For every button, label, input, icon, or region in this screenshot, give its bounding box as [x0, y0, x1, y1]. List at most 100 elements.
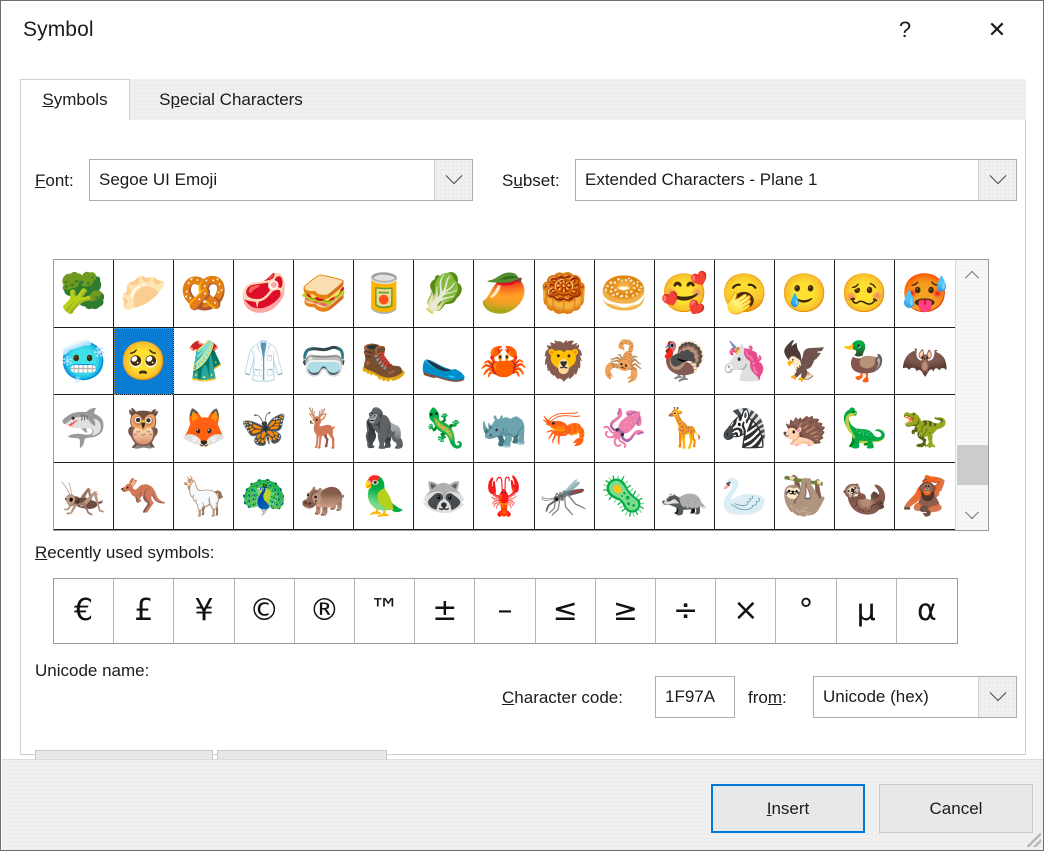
symbol-cell-otter[interactable]: 🦦: [834, 462, 895, 530]
symbol-cell-pleading-face[interactable]: 🥺: [114, 327, 175, 395]
symbol-cell-zebra[interactable]: 🦓: [714, 395, 775, 463]
symbol-cell-orangutan[interactable]: 🦧: [894, 462, 955, 530]
symbol-cell-duck[interactable]: 🦆: [834, 327, 895, 395]
symbol-cell-microbe[interactable]: 🦠: [594, 462, 655, 530]
font-combobox[interactable]: Segoe UI Emoji: [89, 159, 473, 201]
recent-symbol-pound-sign[interactable]: £: [114, 579, 175, 643]
symbol-cell-flat-shoe[interactable]: 🥿: [414, 327, 475, 395]
symbol-cell-lab-coat[interactable]: 🥼: [234, 327, 295, 395]
font-dropdown-button[interactable]: [434, 160, 472, 200]
symbol-cell-lobster[interactable]: 🦞: [474, 462, 535, 530]
recent-symbol-greater-than-or-equal-sign[interactable]: ≥: [596, 579, 656, 643]
recent-symbol-multiplication-sign[interactable]: ×: [716, 579, 777, 643]
symbol-cell-mango[interactable]: 🥭: [474, 260, 535, 328]
symbol-cell-shrimp[interactable]: 🦐: [534, 395, 595, 463]
symbol-cell-broccoli[interactable]: 🥦: [54, 260, 115, 328]
recent-symbol-micro-sign[interactable]: μ: [837, 579, 897, 643]
from-combobox[interactable]: Unicode (hex): [813, 676, 1017, 718]
symbol-cell-hedgehog[interactable]: 🦔: [774, 395, 835, 463]
symbol-cell-raccoon[interactable]: 🦝: [414, 462, 475, 530]
symbol-cell-butterfly[interactable]: 🦋: [234, 395, 295, 463]
dialog-body: Symbols Special Characters Font: Segoe U…: [2, 58, 1043, 797]
chevron-down-icon: [989, 684, 1006, 702]
symbol-cell-swan[interactable]: 🦢: [714, 462, 775, 530]
symbol-cell-hiking-boot[interactable]: 🥾: [354, 327, 415, 395]
tab-special-characters[interactable]: Special Characters: [130, 79, 332, 121]
symbol-grid-scrollbar[interactable]: [955, 260, 988, 530]
symbol-cell-goggles[interactable]: 🥽: [294, 327, 355, 395]
recent-symbol-trademark-sign[interactable]: ™: [355, 579, 416, 643]
symbol-cell-smiling-face-with-tear[interactable]: 🥲: [774, 260, 835, 328]
subset-dropdown-button[interactable]: [978, 160, 1016, 200]
symbol-cell-bagel[interactable]: 🥯: [594, 260, 655, 328]
symbol-cell-cricket[interactable]: 🦗: [54, 462, 115, 530]
recent-symbol-euro-sign[interactable]: €: [54, 579, 115, 643]
symbol-cell-pretzel[interactable]: 🥨: [174, 260, 235, 328]
recent-symbol-division-sign[interactable]: ÷: [656, 579, 717, 643]
symbol-cell-llama[interactable]: 🦙: [174, 462, 235, 530]
symbol-cell-sloth[interactable]: 🦥: [774, 462, 835, 530]
recent-symbol-less-than-or-equal-sign[interactable]: ≤: [536, 579, 596, 643]
symbol-cell-lizard[interactable]: 🦎: [414, 395, 475, 463]
symbol-cell-woozy-face[interactable]: 🥴: [834, 260, 895, 328]
symbol-cell-leafy-green[interactable]: 🥬: [414, 260, 475, 328]
symbol-cell-squid[interactable]: 🦑: [594, 395, 655, 463]
help-button[interactable]: ?: [875, 3, 935, 57]
recent-symbol-degree-sign[interactable]: °: [776, 579, 837, 643]
recently-used-symbols-grid[interactable]: € £ ¥ © ® ™ ± – ≤ ≥ ÷ × ° μ α: [53, 578, 958, 644]
symbol-grid[interactable]: 🥦 🥟 🥨 🥩 🥪 🥫 🥬 🥭 🥮 🥯 🥰 🥱 🥲 🥴 🥵 🥶 🥺 🥻 🥼 🥽 🥾 🥿 🦀 🦁 🦂 🦃 🦄 🦅 🦆 🦇 🦈 🦉 🦊 🦋 🦌 🦍 🦎 🦏 🦐 🦑…: [54, 260, 955, 530]
symbol-cell-gorilla[interactable]: 🦍: [354, 395, 415, 463]
recent-symbol-copyright-sign[interactable]: ©: [235, 579, 295, 643]
symbol-cell-canned-food[interactable]: 🥫: [354, 260, 415, 328]
subset-combobox-value: Extended Characters - Plane 1: [585, 170, 818, 189]
recent-symbol-registered-sign[interactable]: ®: [295, 579, 355, 643]
scrollbar-thumb[interactable]: [957, 445, 988, 485]
from-dropdown-button[interactable]: [978, 677, 1016, 717]
symbol-cell-eagle[interactable]: 🦅: [774, 327, 835, 395]
symbol-cell-bat[interactable]: 🦇: [894, 327, 955, 395]
recent-symbol-en-dash[interactable]: –: [475, 579, 536, 643]
symbol-cell-unicorn[interactable]: 🦄: [714, 327, 775, 395]
symbol-cell-mosquito[interactable]: 🦟: [534, 462, 595, 530]
close-button[interactable]: ✕: [967, 3, 1027, 57]
symbol-cell-parrot[interactable]: 🦜: [354, 462, 415, 530]
symbol-cell-yawning-face[interactable]: 🥱: [714, 260, 775, 328]
character-code-input[interactable]: 1F97A: [655, 676, 735, 718]
symbol-cell-shark[interactable]: 🦈: [54, 395, 115, 463]
symbol-cell-rhinoceros[interactable]: 🦏: [474, 395, 535, 463]
symbol-cell-giraffe[interactable]: 🦒: [654, 395, 715, 463]
symbol-cell-sari[interactable]: 🥻: [174, 327, 235, 395]
resize-grip-icon[interactable]: [1027, 833, 1041, 847]
scroll-down-button[interactable]: [956, 500, 988, 530]
symbol-cell-cut-of-meat[interactable]: 🥩: [234, 260, 295, 328]
symbol-cell-deer[interactable]: 🦌: [294, 395, 355, 463]
symbol-cell-t-rex[interactable]: 🦖: [894, 395, 955, 463]
recent-symbol-greek-alpha[interactable]: α: [897, 579, 957, 643]
symbol-cell-lion[interactable]: 🦁: [534, 327, 595, 395]
symbol-cell-sauropod[interactable]: 🦕: [834, 395, 895, 463]
insert-button[interactable]: Insert: [711, 784, 865, 833]
symbol-cell-cold-face[interactable]: 🥶: [54, 327, 115, 395]
symbol-cell-kangaroo[interactable]: 🦘: [114, 462, 175, 530]
subset-combobox[interactable]: Extended Characters - Plane 1: [575, 159, 1017, 201]
recent-symbol-yen-sign[interactable]: ¥: [174, 579, 235, 643]
symbol-cell-crab[interactable]: 🦀: [474, 327, 535, 395]
symbol-cell-dumpling[interactable]: 🥟: [114, 260, 175, 328]
symbol-cell-scorpion[interactable]: 🦂: [594, 327, 655, 395]
symbol-cell-sandwich[interactable]: 🥪: [294, 260, 355, 328]
scroll-up-button[interactable]: [956, 260, 988, 290]
tab-strip: Symbols Special Characters: [20, 79, 1026, 121]
cancel-button[interactable]: Cancel: [879, 784, 1033, 833]
symbol-cell-owl[interactable]: 🦉: [114, 395, 175, 463]
subset-label: Subset:: [502, 171, 560, 190]
symbol-cell-hot-face[interactable]: 🥵: [894, 260, 955, 328]
symbol-cell-peacock[interactable]: 🦚: [234, 462, 295, 530]
symbol-cell-turkey[interactable]: 🦃: [654, 327, 715, 395]
symbol-cell-fox[interactable]: 🦊: [174, 395, 235, 463]
symbol-cell-moon-cake[interactable]: 🥮: [534, 260, 595, 328]
symbol-cell-smiling-face-with-hearts[interactable]: 🥰: [654, 260, 715, 328]
recent-symbol-plus-minus-sign[interactable]: ±: [415, 579, 476, 643]
symbol-cell-hippopotamus[interactable]: 🦛: [294, 462, 355, 530]
tab-symbols[interactable]: Symbols: [20, 79, 130, 121]
symbol-cell-badger[interactable]: 🦡: [654, 462, 715, 530]
